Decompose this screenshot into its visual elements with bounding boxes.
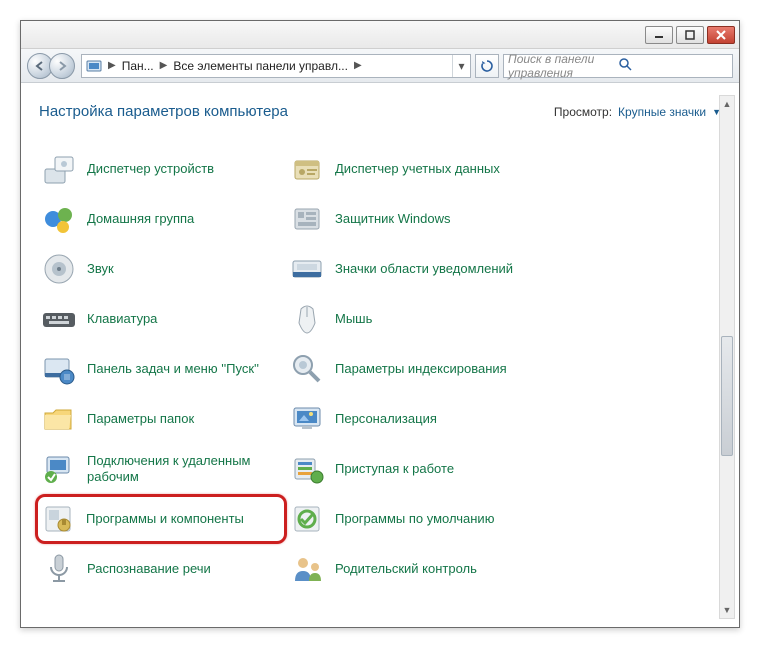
cp-item-programs-features[interactable]: Программы и компоненты	[35, 494, 287, 544]
start-icon	[287, 449, 327, 489]
keyboard-icon	[39, 299, 79, 339]
breadcrumb-seg-2-label: Все элементы панели управл...	[173, 59, 348, 73]
cp-item-label: Программы по умолчанию	[335, 511, 494, 527]
cp-item-label: Родительский контроль	[335, 561, 477, 577]
cp-item-indexing-options[interactable]: Параметры индексирования	[287, 344, 535, 394]
mic-icon	[39, 549, 79, 589]
navbar: ▶ Пан... ▶ Все элементы панели управл...…	[21, 49, 739, 83]
parental-icon	[287, 549, 327, 589]
cp-item-label: Параметры папок	[87, 411, 194, 427]
cp-item-label: Параметры индексирования	[335, 361, 507, 377]
sound-icon	[39, 249, 79, 289]
cp-item-label: Персонализация	[335, 411, 437, 427]
content-area: Настройка параметров компьютера Просмотр…	[21, 83, 739, 627]
mouse-icon	[287, 299, 327, 339]
remote-icon	[39, 449, 79, 489]
chevron-right-icon: ▶	[158, 60, 170, 71]
default-icon	[287, 499, 327, 539]
control-panel-window: ▶ Пан... ▶ Все элементы панели управл...…	[20, 20, 740, 628]
cp-item-homegroup[interactable]: Домашняя группа	[39, 194, 287, 244]
cp-item-label: Распознавание речи	[87, 561, 211, 577]
homegroup-icon	[39, 199, 79, 239]
cp-item-default-programs[interactable]: Программы по умолчанию	[287, 494, 535, 544]
forward-button[interactable]	[49, 53, 75, 79]
breadcrumb-seg-2[interactable]: Все элементы панели управл...	[169, 55, 352, 77]
cp-item-folder-options[interactable]: Параметры папок	[39, 394, 287, 444]
cp-item-mouse[interactable]: Мышь	[287, 294, 535, 344]
search-placeholder: Поиск в панели управления	[508, 52, 618, 80]
scroll-down-button[interactable]: ▼	[720, 602, 734, 618]
cp-item-taskbar-startmenu[interactable]: Панель задач и меню ''Пуск''	[39, 344, 287, 394]
cp-item-label: Диспетчер устройств	[87, 161, 214, 177]
cp-item-label: Звук	[87, 261, 114, 277]
view-selector[interactable]: Просмотр: Крупные значки ▼	[554, 105, 721, 119]
search-input[interactable]: Поиск в панели управления	[503, 54, 733, 78]
cp-item-label: Домашняя группа	[87, 211, 194, 227]
items-grid: Диспетчер устройств Домашняя группа Звук Кл…	[39, 144, 721, 594]
cp-item-label: Приступая к работе	[335, 461, 454, 477]
breadcrumb[interactable]: ▶ Пан... ▶ Все элементы панели управл...…	[81, 54, 471, 78]
cp-item-notification-icons[interactable]: Значки области уведомлений	[287, 244, 535, 294]
cp-item-getting-started[interactable]: Приступая к работе	[287, 444, 535, 494]
breadcrumb-dropdown[interactable]: ▾	[452, 55, 470, 77]
cp-item-sound[interactable]: Звук	[39, 244, 287, 294]
view-value: Крупные значки	[618, 105, 706, 119]
cp-item-label: Программы и компоненты	[86, 511, 244, 527]
cp-item-keyboard[interactable]: Клавиатура	[39, 294, 287, 344]
cp-item-label: Панель задач и меню ''Пуск''	[87, 361, 259, 377]
maximize-button[interactable]	[676, 26, 704, 44]
cp-item-speech-recognition[interactable]: Распознавание речи	[39, 544, 287, 594]
cp-item-device-manager[interactable]: Диспетчер устройств	[39, 144, 287, 194]
taskbar-icon	[39, 349, 79, 389]
nav-buttons	[27, 53, 71, 79]
personal-icon	[287, 399, 327, 439]
cp-item-label: Подключения к удаленным рабочим	[87, 453, 287, 486]
cp-item-parental-controls[interactable]: Родительский контроль	[287, 544, 535, 594]
header-row: Настройка параметров компьютера Просмотр…	[39, 103, 721, 120]
search-icon	[618, 57, 728, 74]
cp-item-remote-connections[interactable]: Подключения к удаленным рабочим	[39, 444, 287, 494]
minimize-button[interactable]	[645, 26, 673, 44]
index-icon	[287, 349, 327, 389]
refresh-button[interactable]	[475, 54, 499, 78]
cp-item-label: Диспетчер учетных данных	[335, 161, 500, 177]
chevron-right-icon: ▶	[106, 60, 118, 71]
control-panel-icon	[84, 56, 104, 76]
scroll-thumb[interactable]	[721, 336, 733, 456]
breadcrumb-seg-1-label: Пан...	[122, 59, 154, 73]
cp-item-label: Значки области уведомлений	[335, 261, 513, 277]
view-label: Просмотр:	[554, 105, 612, 119]
cp-item-label: Клавиатура	[87, 311, 157, 327]
chevron-right-icon: ▶	[352, 60, 364, 71]
cp-item-label: Мышь	[335, 311, 372, 327]
cp-item-credential-manager[interactable]: Диспетчер учетных данных	[287, 144, 535, 194]
cred-icon	[287, 149, 327, 189]
cp-item-windows-defender[interactable]: Защитник Windows	[287, 194, 535, 244]
defender-icon	[287, 199, 327, 239]
cp-item-label: Защитник Windows	[335, 211, 450, 227]
folder-icon	[39, 399, 79, 439]
scrollbar[interactable]: ▲ ▼	[719, 95, 735, 619]
programs-icon	[38, 499, 78, 539]
scroll-up-button[interactable]: ▲	[720, 96, 734, 112]
cp-item-personalization[interactable]: Персонализация	[287, 394, 535, 444]
close-button[interactable]	[707, 26, 735, 44]
page-title: Настройка параметров компьютера	[39, 103, 554, 120]
tray-icon	[287, 249, 327, 289]
titlebar	[21, 21, 739, 49]
breadcrumb-seg-1[interactable]: Пан...	[118, 55, 158, 77]
device-icon	[39, 149, 79, 189]
